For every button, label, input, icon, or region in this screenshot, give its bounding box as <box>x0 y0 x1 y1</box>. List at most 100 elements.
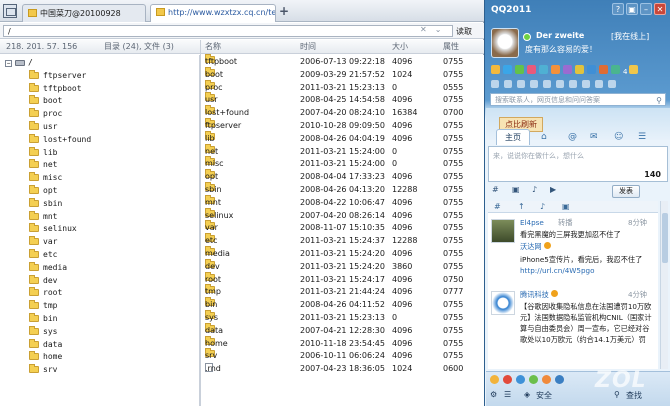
chat-icon[interactable]: ✉ <box>590 132 598 142</box>
clear-icon[interactable]: ✕ <box>420 25 427 34</box>
file-row[interactable]: media 2011-03-21 15:24:20 4096 0755 <box>201 246 484 261</box>
tree-item[interactable]: sys <box>29 325 57 339</box>
sun-icon[interactable] <box>490 375 499 384</box>
feed-tab-hot[interactable]: ↑ <box>518 202 525 211</box>
topic-icon[interactable]: # <box>492 185 499 194</box>
file-row[interactable]: data 2007-04-21 12:28:30 4096 0755 <box>201 322 484 338</box>
new-tab-button[interactable]: + <box>279 4 289 18</box>
cloud-icon[interactable] <box>555 375 564 384</box>
tab-site[interactable]: http://www.wzxtzx.cq.cn/tem…✕ <box>150 4 276 22</box>
read-button[interactable]: 读取 <box>456 26 472 37</box>
tree-item[interactable]: var <box>29 236 57 249</box>
broadcast-icon[interactable]: ⌂ <box>541 132 547 142</box>
tree-item[interactable]: selinux <box>29 223 77 236</box>
app-a-icon[interactable] <box>491 80 499 88</box>
file-row[interactable]: dev 2011-03-21 15:24:20 3860 0755 <box>201 258 484 274</box>
app-g-icon[interactable] <box>569 80 577 88</box>
feed-tab-media[interactable]: ▣ <box>562 202 570 211</box>
zone-icon[interactable] <box>515 65 524 74</box>
collapse-icon[interactable]: − <box>5 60 12 67</box>
tab-caidao[interactable]: 中国菜刀@20100928 <box>22 4 146 22</box>
post-avatar[interactable] <box>491 291 515 315</box>
help-icon[interactable]: ? <box>612 3 624 15</box>
weibo-icon[interactable] <box>503 65 512 74</box>
file-row[interactable]: tmp 2011-03-21 21:44:24 4096 0777 <box>201 284 484 299</box>
file-row[interactable]: lib 2008-04-26 04:04:19 4096 0755 <box>201 130 484 146</box>
tree-item[interactable]: ftpserver <box>29 69 86 83</box>
file-row[interactable]: bin 2008-04-26 04:11:52 4096 0755 <box>201 297 484 312</box>
online-status-icon[interactable] <box>523 33 531 41</box>
wallet-icon[interactable] <box>575 65 584 74</box>
message-icon[interactable] <box>629 65 639 74</box>
tree-item[interactable]: proc <box>29 108 62 121</box>
app-j-icon[interactable] <box>608 80 616 88</box>
feed-scrollbar[interactable] <box>660 201 668 369</box>
post-author[interactable]: 腾讯科技 <box>520 289 558 300</box>
dropdown-icon[interactable]: ⌄ <box>435 25 442 34</box>
column-size[interactable]: 大小 <box>392 40 408 53</box>
tree-item[interactable]: root <box>29 287 62 300</box>
feed-post[interactable]: 腾讯科技 4分钟 【谷歌因收集隐私信息在法国遭罚10万欧元】法国数据隐私监管机构… <box>488 287 658 369</box>
close-icon[interactable]: ✕ <box>654 3 666 15</box>
file-row[interactable]: srv 2006-10-11 06:06:24 4096 0755 <box>201 348 484 363</box>
tree-item[interactable]: etc <box>29 249 57 262</box>
video-icon[interactable]: ▶ <box>550 185 556 194</box>
app-c-icon[interactable] <box>517 80 525 88</box>
scroll-thumb[interactable] <box>662 213 668 263</box>
music-icon[interactable] <box>539 65 548 74</box>
photo-icon[interactable] <box>587 65 596 74</box>
post-author[interactable]: 沃达网 <box>520 241 551 252</box>
security-button[interactable]: 安全 <box>536 390 552 401</box>
tree-item[interactable]: bin <box>29 313 57 326</box>
post-author[interactable]: El4pse <box>520 217 544 228</box>
news-icon[interactable] <box>599 65 608 74</box>
globe-icon[interactable] <box>516 375 525 384</box>
file-row[interactable]: home 2010-11-18 23:54:45 4096 0755 <box>201 335 484 351</box>
tree-item[interactable]: tftpboot <box>29 82 82 96</box>
feed-tab-topic[interactable]: # <box>494 202 501 211</box>
post-link[interactable]: http://url.cn/4W5pgo <box>520 266 595 275</box>
tree-item[interactable]: dev <box>29 274 57 288</box>
tree-item[interactable]: mnt <box>29 210 57 224</box>
mail-icon[interactable] <box>491 65 500 74</box>
compose-input[interactable]: 来，说说你在做什么，想什么 140 <box>488 146 668 182</box>
tree-item[interactable]: net <box>29 159 57 172</box>
list-icon[interactable]: ☰ <box>638 132 646 142</box>
file-row[interactable]: ftpserver 2010-10-28 09:09:50 4096 0755 <box>201 118 484 133</box>
tree-item[interactable]: misc <box>29 172 62 185</box>
file-row[interactable]: sys 2011-03-21 15:23:13 0 0755 <box>201 310 484 325</box>
app-f-icon[interactable] <box>556 80 564 88</box>
file-row[interactable]: .rnd 2007-04-23 18:36:05 1024 0600 <box>201 363 484 376</box>
file-row[interactable]: sbin 2008-04-26 04:13:20 12288 0755 <box>201 182 484 197</box>
leaf-icon[interactable] <box>529 375 538 384</box>
status-text[interactable]: [我在线上] <box>611 31 649 42</box>
image-icon[interactable]: ▣ <box>512 185 520 194</box>
tree-item[interactable]: media <box>29 261 67 275</box>
file-row[interactable]: var 2008-11-07 15:10:35 4096 0755 <box>201 220 484 235</box>
star-icon[interactable] <box>542 375 551 384</box>
people-icon[interactable]: ☺ <box>614 132 623 142</box>
app-i-icon[interactable] <box>595 80 603 88</box>
file-row[interactable]: selinux 2007-04-20 08:26:14 4096 0755 <box>201 207 484 223</box>
tree-item[interactable]: sbin <box>29 197 62 211</box>
file-row[interactable]: boot 2009-03-29 21:57:52 1024 0755 <box>201 66 484 82</box>
file-row[interactable]: opt 2008-04-04 17:33:23 4096 0755 <box>201 169 484 184</box>
at-icon[interactable]: @ <box>568 132 577 142</box>
file-row[interactable]: lost+found 2007-04-20 08:24:10 16384 0700 <box>201 105 484 120</box>
file-row[interactable]: misc 2011-03-21 15:24:00 0 0755 <box>201 156 484 171</box>
search-icon[interactable]: ⚲ <box>656 95 662 107</box>
app-e-icon[interactable] <box>543 80 551 88</box>
file-row[interactable]: mnt 2008-04-22 10:06:47 4096 0755 <box>201 194 484 210</box>
feed-tab-music[interactable]: ♪ <box>540 202 545 211</box>
app-h-icon[interactable] <box>582 80 590 88</box>
tree-item[interactable]: opt <box>29 185 57 198</box>
shop-icon[interactable] <box>551 65 560 74</box>
signature[interactable]: 度有那么容易的爱！ <box>525 44 597 55</box>
pet-icon[interactable] <box>527 65 536 74</box>
column-name[interactable]: 名称 <box>205 40 221 53</box>
column-attr[interactable]: 属性 <box>443 40 459 53</box>
tree-root[interactable]: − / <box>5 57 33 70</box>
send-button[interactable]: 发表 <box>612 185 640 198</box>
tree-item[interactable]: data <box>29 338 62 352</box>
game-icon[interactable] <box>563 65 572 74</box>
